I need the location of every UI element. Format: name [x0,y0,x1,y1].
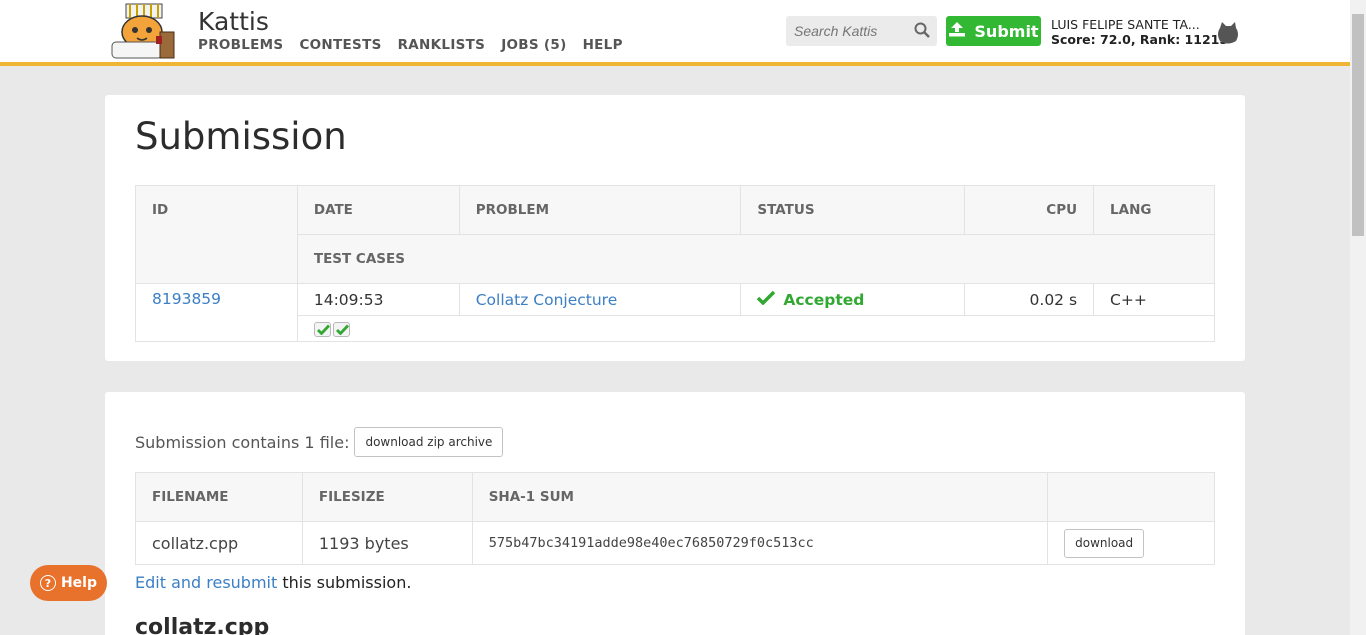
col-test-cases: TEST CASES [296,234,1216,284]
submit-button[interactable]: Submit [946,16,1041,46]
edit-resubmit-suffix: this submission. [277,573,412,592]
top-header: Kattis PROBLEMS CONTESTS RANKLISTS JOBS … [0,0,1350,66]
problem-link[interactable]: Collatz Conjecture [476,291,618,309]
test-cases-cell [296,315,1216,342]
scrollbar[interactable] [1350,0,1366,635]
submission-date: 14:09:53 [296,283,460,316]
status-label: Accepted [783,290,865,309]
search-icon[interactable] [914,22,930,43]
col-filename: FILENAME [135,472,303,522]
main-nav: PROBLEMS CONTESTS RANKLISTS JOBS (5) HEL… [198,37,623,53]
submission-id-link[interactable]: 8193859 [152,290,221,308]
brand-title[interactable]: Kattis [198,7,269,36]
language: C++ [1093,283,1215,316]
user-info[interactable]: LUIS FELIPE SANTE TA... Score: 72.0, Ran… [1051,17,1228,47]
kattis-logo[interactable] [106,2,186,60]
cpu-time: 0.02 s [964,283,1095,316]
user-name[interactable]: LUIS FELIPE SANTE TA... [1051,17,1209,32]
col-id: ID [135,185,298,284]
user-score: Score: 72.0, Rank: 11215 [1051,32,1229,47]
nav-help[interactable]: HELP [583,37,623,53]
upload-icon [948,21,966,41]
col-actions [1047,472,1215,522]
files-summary: Submission contains 1 file: download zip… [135,427,504,457]
col-date: DATE [296,185,460,235]
help-label: Help [60,575,98,591]
scrollbar-thumb[interactable] [1352,14,1364,236]
download-zip-button[interactable]: download zip archive [354,427,504,457]
file-heading: collatz.cpp [135,615,270,635]
table-row: collatz.cpp 1193 bytes 575b47bc34191adde… [135,521,1215,565]
test-case-passed-icon[interactable] [313,321,331,337]
col-status: STATUS [740,185,966,235]
files-summary-text: Submission contains 1 file: [135,432,350,452]
download-button[interactable]: download [1064,528,1145,558]
files-card: Submission contains 1 file: download zip… [105,392,1245,635]
submission-card: Submission ID DATE PROBLEM STATUS CPU LA… [105,95,1245,361]
col-cpu: CPU [964,185,1095,235]
edit-resubmit-link[interactable]: Edit and resubmit [135,573,277,592]
question-icon: ? [39,575,56,591]
table-row: 8193859 14:09:53 Collatz Conjecture Acce… [135,283,1215,342]
col-filesize: FILESIZE [301,472,473,522]
search-input[interactable] [786,16,906,46]
help-button[interactable]: ? Help [30,565,107,601]
edit-resubmit-line: Edit and resubmit this submission. [135,573,411,592]
check-icon [757,290,776,309]
nav-jobs[interactable]: JOBS (5) [501,37,566,53]
nav-ranklists[interactable]: RANKLISTS [398,37,486,53]
file-name: collatz.cpp [135,521,303,565]
submission-table: ID DATE PROBLEM STATUS CPU LANG TEST CAS… [135,185,1216,342]
nav-problems[interactable]: PROBLEMS [198,37,283,53]
col-lang: LANG [1093,185,1215,235]
files-table: FILENAME FILESIZE SHA-1 SUM collatz.cpp … [135,472,1215,565]
file-size: 1193 bytes [301,521,473,565]
nav-contests[interactable]: CONTESTS [299,37,381,53]
test-case-passed-icon[interactable] [332,321,350,337]
submit-label: Submit [974,21,1039,41]
file-sha: 575b47bc34191adde98e40ec76850729f0c513cc [471,521,1049,565]
status-badge: Accepted [757,290,948,309]
col-sha: SHA-1 SUM [471,472,1049,522]
col-problem: PROBLEM [458,185,742,235]
page-title: Submission [135,115,347,158]
avatar[interactable] [1216,20,1240,51]
search-box [786,16,937,46]
